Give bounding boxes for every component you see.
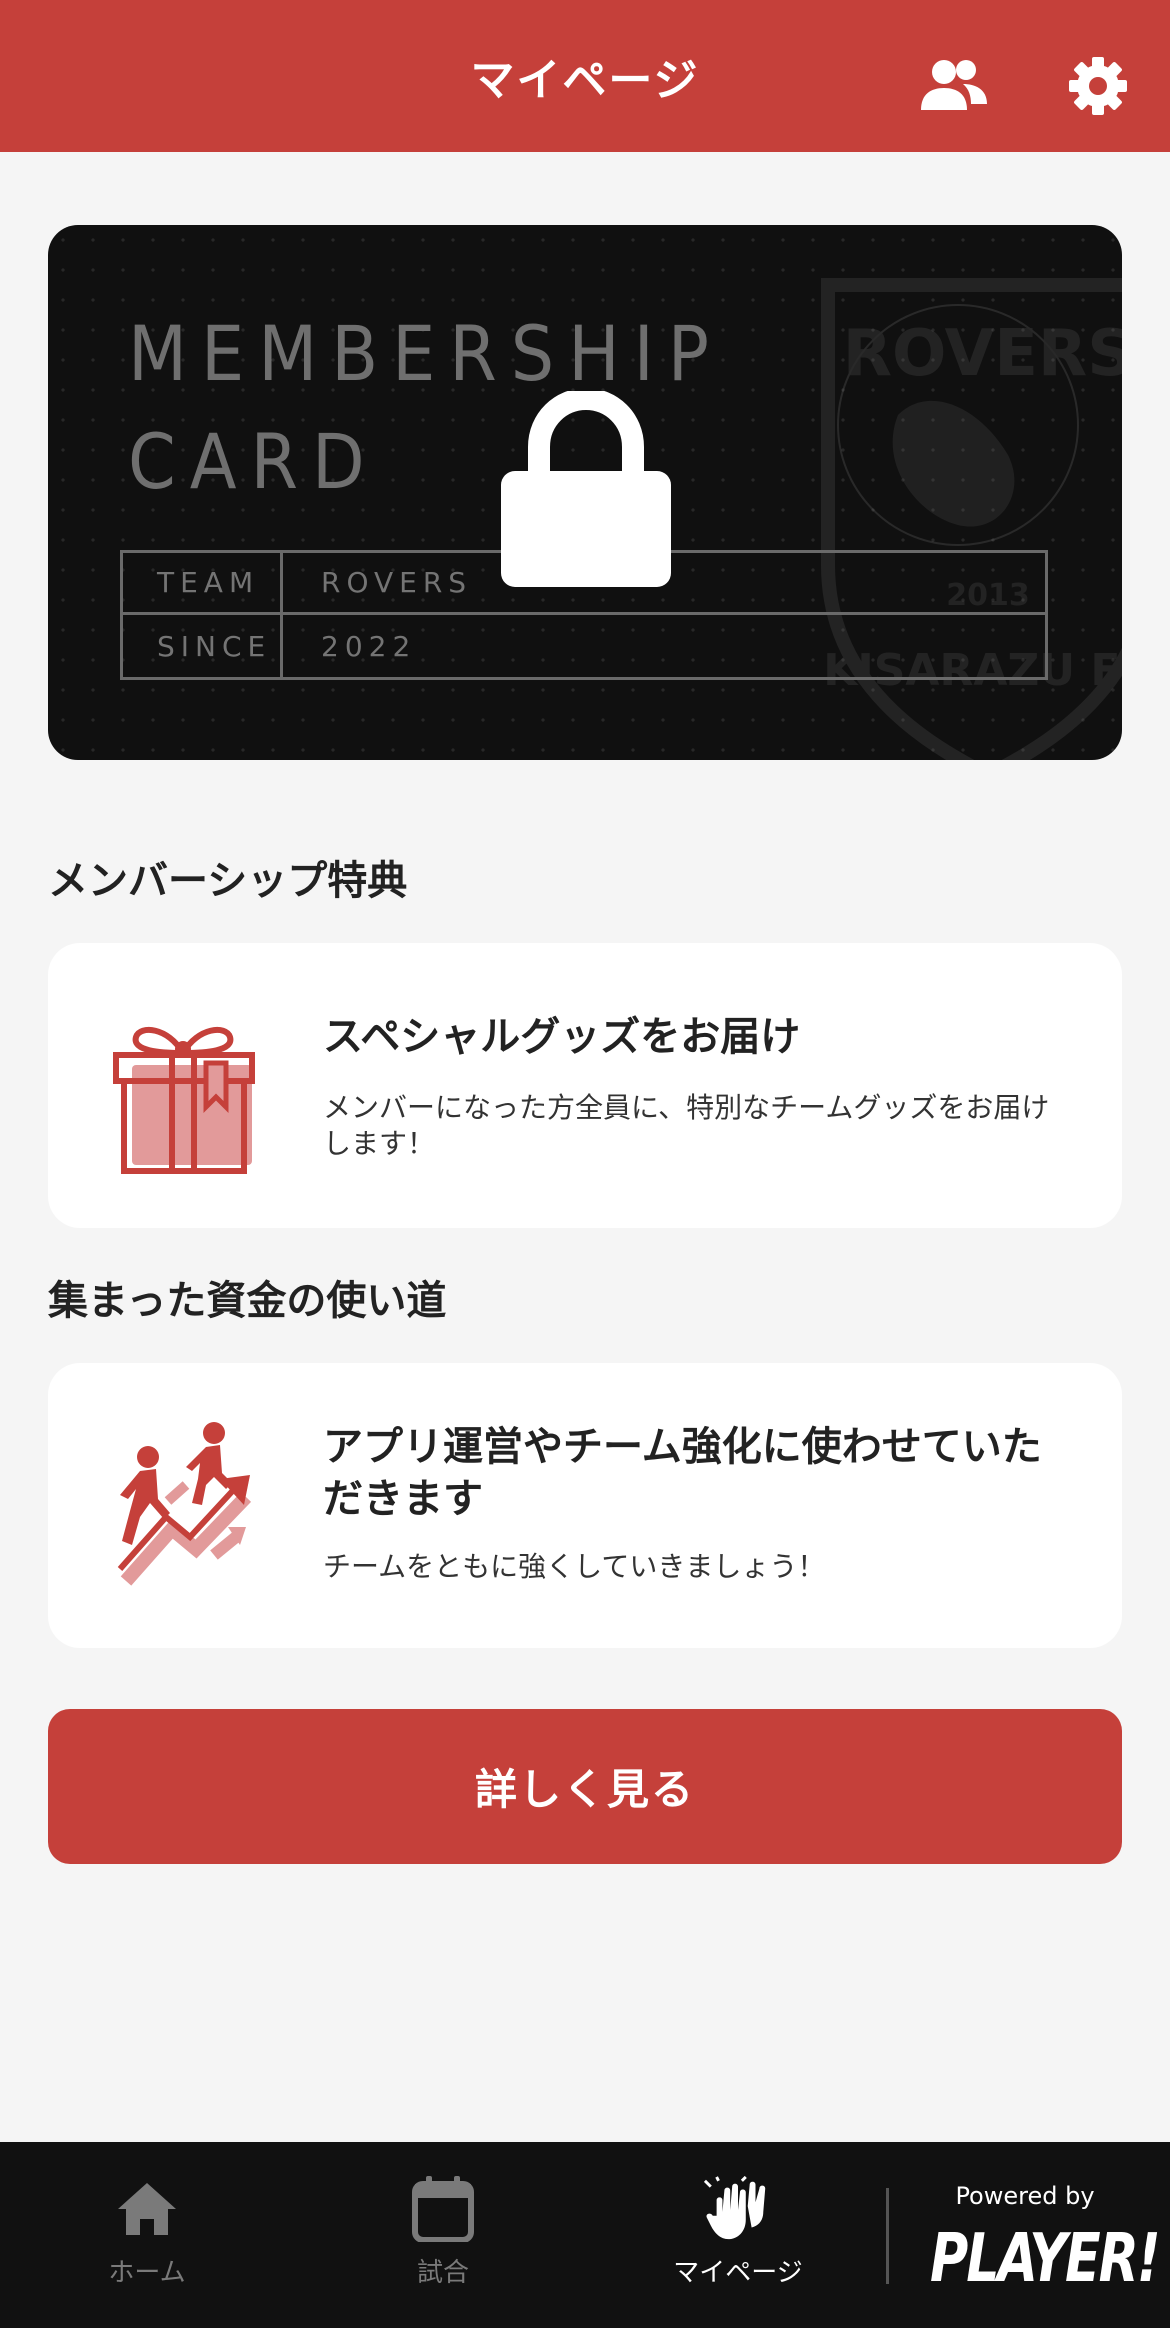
benefit-title: スペシャルグッズをお届け [323,1014,801,1060]
users-icon[interactable] [918,54,990,118]
benefit-description: メンバーになった方全員に、特別なチームグッズをお届けします！ [323,1091,1050,1160]
funds-description: チームをともに強くしていきましょう！ [323,1550,826,1583]
membership-card[interactable]: ROVERS 2013 KISARAZU FC MEMBERSHIP CARD … [48,225,1122,760]
details-button[interactable]: 詳しく見る [48,1709,1122,1864]
powered-by: Powered by PLAYER! [930,2182,1161,2297]
benefit-card: スペシャルグッズをお届け メンバーになった方全員に、特別なチームグッズをお届けし… [48,943,1122,1228]
lock-icon [501,391,671,587]
benefits-section-title: メンバーシップ特典 [48,858,408,904]
nav-label-mypage: マイページ [673,2258,803,2288]
since-value: 2022 [321,629,417,663]
team-emblem-watermark: ROVERS 2013 KISARAZU FC [821,278,1122,760]
hand-icon [703,2174,773,2244]
team-key: TEAM [123,553,283,615]
powered-by-text: Powered by [955,2182,1095,2210]
player-logo: PLAYER! [930,2218,1161,2298]
app-header: マイページ [0,0,1170,152]
nav-label-home: ホーム [108,2258,186,2288]
nav-item-mypage[interactable]: マイページ [648,2174,828,2304]
funds-card: アプリ運営やチーム強化に使わせていただきます チームをともに強くしていきましょう… [48,1363,1122,1648]
funds-section-title: 集まった資金の使い道 [48,1278,447,1324]
calendar-icon [408,2174,478,2244]
gear-icon[interactable] [1062,54,1134,118]
since-key: SINCE [123,615,283,677]
gift-icon [113,1027,255,1174]
svg-text:ROVERS: ROVERS [843,317,1122,391]
nav-item-matches[interactable]: 試合 [353,2174,533,2304]
funds-title: アプリ運営やチーム強化に使わせていただきます [323,1424,1042,1522]
home-icon [112,2174,182,2244]
nav-label-matches: 試合 [416,2258,469,2288]
bottom-nav: ホーム 試合 マイページ Powered by PLAYER! [0,2142,1170,2328]
nav-item-home[interactable]: ホーム [57,2174,237,2304]
growth-icon [117,1422,252,1586]
page-title: マイページ [470,55,700,106]
nav-divider [886,2188,889,2284]
